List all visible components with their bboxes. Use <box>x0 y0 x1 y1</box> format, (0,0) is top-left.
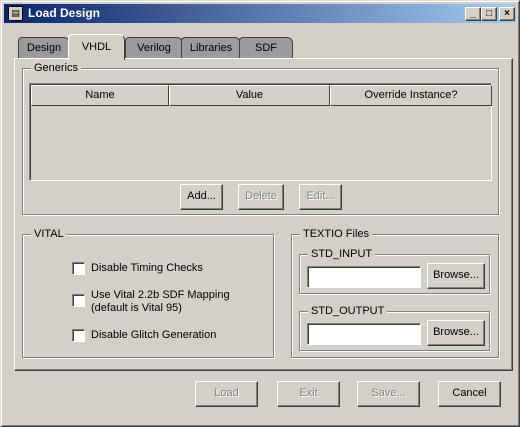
std-input-label: STD_INPUT <box>308 247 376 261</box>
column-header-name[interactable]: Name <box>31 85 169 106</box>
std-output-label: STD_OUTPUT <box>308 304 388 318</box>
load-button[interactable]: Load <box>195 381 258 407</box>
tab-libraries[interactable]: Libraries <box>181 37 241 59</box>
generics-label: Generics <box>31 61 82 75</box>
column-header-value[interactable]: Value <box>169 85 330 106</box>
generics-list-header: Name Value Override Instance? <box>31 85 492 106</box>
edit-button[interactable]: Edit... <box>299 184 342 210</box>
save-button[interactable]: Save... <box>357 381 420 407</box>
disable-timing-checks-label: Disable Timing Checks <box>91 262 203 274</box>
column-header-override-instance[interactable]: Override Instance? <box>330 85 492 106</box>
exit-button[interactable]: Exit <box>277 381 340 407</box>
vital-sdf-mapping-label: Use Vital 2.2b SDF Mapping <box>91 289 230 301</box>
minimize-button[interactable]: _ <box>465 7 481 21</box>
load-design-dialog: ▤ Load Design _ □ × Design VHDL Verilog … <box>0 0 520 427</box>
title-bar[interactable]: ▤ Load Design _ □ × <box>4 4 516 23</box>
close-button[interactable]: × <box>499 7 515 21</box>
add-button[interactable]: Add... <box>180 184 223 210</box>
tab-sdf[interactable]: SDF <box>239 37 293 59</box>
std-output-field[interactable] <box>307 323 421 345</box>
disable-timing-checks-checkbox[interactable] <box>72 262 85 275</box>
tab-design[interactable]: Design <box>18 37 70 59</box>
std-input-browse-button[interactable]: Browse... <box>427 263 485 289</box>
disable-glitch-generation-label: Disable Glitch Generation <box>91 329 217 341</box>
tab-vhdl[interactable]: VHDL <box>68 34 125 60</box>
disable-glitch-generation-checkbox[interactable] <box>72 329 85 342</box>
vital-sdf-mapping-checkbox[interactable] <box>72 294 85 307</box>
vital-sdf-mapping-sublabel: (default is Vital 95) <box>91 302 182 314</box>
textio-label: TEXTIO Files <box>300 227 373 241</box>
tab-verilog[interactable]: Verilog <box>125 37 183 59</box>
delete-button[interactable]: Delete <box>238 184 284 210</box>
document-icon: ▤ <box>8 6 23 21</box>
vital-label: VITAL <box>31 227 67 241</box>
window-title: Load Design <box>28 6 101 20</box>
cancel-button[interactable]: Cancel <box>438 381 501 407</box>
std-output-browse-button[interactable]: Browse... <box>427 320 485 346</box>
std-input-field[interactable] <box>307 266 421 288</box>
generics-list[interactable]: Name Value Override Instance? <box>29 83 492 181</box>
maximize-button[interactable]: □ <box>481 7 497 21</box>
